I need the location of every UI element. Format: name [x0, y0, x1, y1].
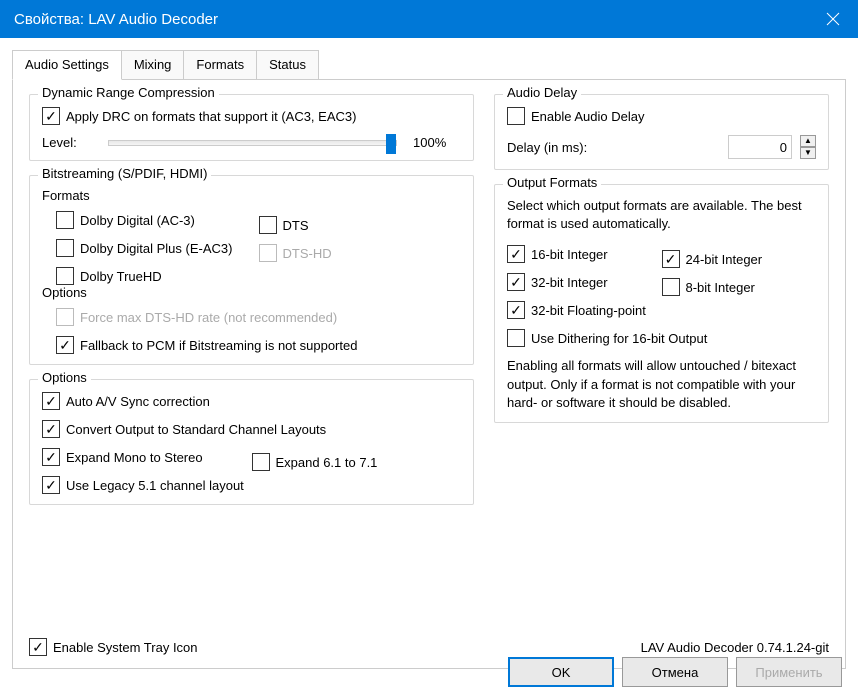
bitstream-formats-label: Formats — [42, 188, 461, 203]
title-bar: Свойства: LAV Audio Decoder — [0, 0, 858, 38]
checkbox-dolby-ac3[interactable]: Dolby Digital (AC-3) — [56, 211, 259, 229]
group-title-audio-delay: Audio Delay — [503, 85, 581, 100]
checkbox-box — [56, 267, 74, 285]
close-button[interactable] — [808, 0, 858, 38]
group-output-formats: Output Formats Select which output forma… — [494, 184, 829, 423]
tab-panel-audio: Dynamic Range Compression Apply DRC on f… — [12, 79, 846, 669]
slider-thumb[interactable] — [386, 134, 396, 154]
checkbox-apply-drc[interactable]: Apply DRC on formats that support it (AC… — [42, 107, 461, 125]
group-audio-delay: Audio Delay Enable Audio Delay Delay (in… — [494, 94, 829, 170]
checkmark-icon — [507, 245, 525, 263]
group-bitstreaming: Bitstreaming (S/PDIF, HDMI) Formats Dolb… — [29, 175, 474, 365]
checkbox-dts[interactable]: DTS — [259, 211, 462, 239]
group-title-drc: Dynamic Range Compression — [38, 85, 219, 100]
group-title-bitstreaming: Bitstreaming (S/PDIF, HDMI) — [38, 166, 211, 181]
checkmark-icon — [29, 638, 47, 656]
checkbox-enable-delay[interactable]: Enable Audio Delay — [507, 107, 816, 125]
output-desc: Select which output formats are availabl… — [507, 197, 816, 233]
tab-audio-settings[interactable]: Audio Settings — [12, 50, 122, 80]
checkbox-box — [507, 329, 525, 347]
checkbox-tray-icon[interactable]: Enable System Tray Icon — [29, 638, 198, 656]
group-drc: Dynamic Range Compression Apply DRC on f… — [29, 94, 474, 161]
checkbox-legacy-51[interactable]: Use Legacy 5.1 channel layout — [42, 476, 461, 494]
checkbox-box — [662, 278, 680, 296]
tab-mixing[interactable]: Mixing — [121, 50, 185, 80]
group-title-options: Options — [38, 370, 91, 385]
delay-input[interactable] — [728, 135, 792, 159]
tab-formats[interactable]: Formats — [183, 50, 257, 80]
checkbox-expand-61[interactable]: Expand 6.1 to 7.1 — [252, 448, 462, 476]
checkmark-icon — [42, 392, 60, 410]
checkbox-box — [259, 216, 277, 234]
checkbox-int16[interactable]: 16-bit Integer — [507, 245, 662, 263]
delay-spin-down[interactable]: ▼ — [800, 147, 816, 159]
drc-level-label: Level: — [42, 135, 92, 150]
checkbox-av-sync[interactable]: Auto A/V Sync correction — [42, 392, 461, 410]
version-label: LAV Audio Decoder 0.74.1.24-git — [641, 640, 829, 655]
checkmark-icon — [662, 250, 680, 268]
window-title: Свойства: LAV Audio Decoder — [14, 11, 808, 28]
checkbox-dithering[interactable]: Use Dithering for 16-bit Output — [507, 329, 816, 347]
checkbox-box — [56, 308, 74, 326]
ok-button[interactable]: OK — [508, 657, 614, 687]
checkmark-icon — [507, 301, 525, 319]
checkbox-box — [56, 211, 74, 229]
drc-level-value: 100% — [413, 135, 461, 150]
checkbox-expand-mono[interactable]: Expand Mono to Stereo — [42, 448, 252, 466]
checkmark-icon — [56, 336, 74, 354]
checkbox-fp32[interactable]: 32-bit Floating-point — [507, 301, 816, 319]
apply-button: Применить — [736, 657, 842, 687]
drc-level-slider[interactable] — [108, 140, 397, 146]
checkmark-icon — [42, 420, 60, 438]
checkbox-int24[interactable]: 24-bit Integer — [662, 245, 817, 273]
checkbox-force-max-dts: Force max DTS-HD rate (not recommended) — [56, 308, 461, 326]
checkbox-dolby-eac3[interactable]: Dolby Digital Plus (E-AC3) — [56, 239, 259, 257]
checkmark-icon — [507, 273, 525, 291]
group-options: Options Auto A/V Sync correction Convert… — [29, 379, 474, 505]
checkmark-icon — [42, 448, 60, 466]
checkbox-box — [252, 453, 270, 471]
checkbox-int8[interactable]: 8-bit Integer — [662, 273, 817, 301]
checkbox-dolby-truehd[interactable]: Dolby TrueHD — [56, 267, 461, 285]
checkbox-box — [56, 239, 74, 257]
checkbox-int32[interactable]: 32-bit Integer — [507, 273, 662, 291]
delay-label: Delay (in ms): — [507, 140, 720, 155]
checkmark-icon — [42, 107, 60, 125]
close-icon — [826, 12, 840, 26]
tab-bar: Audio Settings Mixing Formats Status — [12, 50, 846, 80]
checkbox-fallback-pcm[interactable]: Fallback to PCM if Bitstreaming is not s… — [56, 336, 461, 354]
group-title-output-formats: Output Formats — [503, 175, 601, 190]
checkmark-icon — [42, 476, 60, 494]
delay-spin-up[interactable]: ▲ — [800, 135, 816, 147]
tab-status[interactable]: Status — [256, 50, 319, 80]
checkbox-dts-hd: DTS-HD — [259, 239, 462, 267]
cancel-button[interactable]: Отмена — [622, 657, 728, 687]
checkbox-box — [259, 244, 277, 262]
output-note: Enabling all formats will allow untouche… — [507, 357, 816, 412]
checkbox-convert-output[interactable]: Convert Output to Standard Channel Layou… — [42, 420, 461, 438]
bitstream-options-label: Options — [42, 285, 461, 300]
checkbox-box — [507, 107, 525, 125]
